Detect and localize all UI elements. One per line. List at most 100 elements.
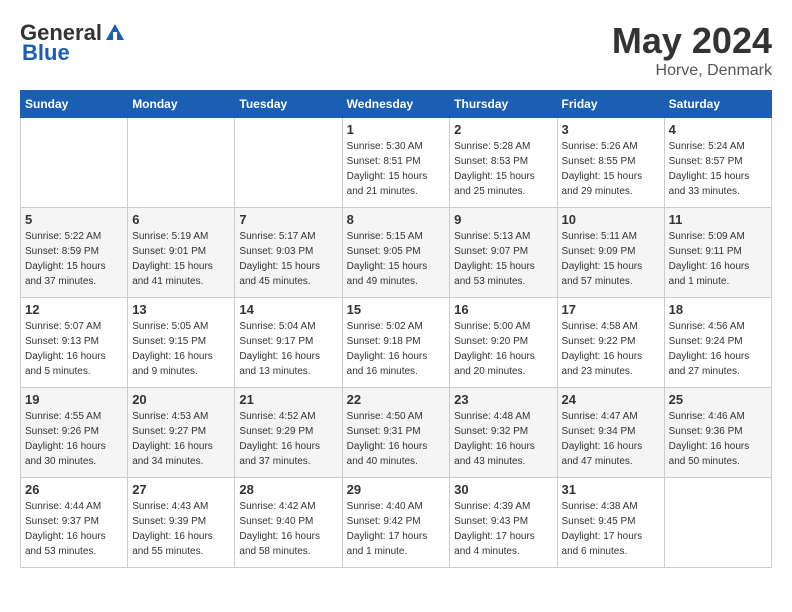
calendar-cell: 25Sunrise: 4:46 AMSunset: 9:36 PMDayligh… xyxy=(664,388,771,478)
day-info-line: Sunset: 9:22 PM xyxy=(562,336,636,347)
day-info-line: Sunset: 9:11 PM xyxy=(669,246,742,257)
day-info-line: and 58 minutes. xyxy=(239,546,310,557)
day-info-line: Daylight: 17 hours xyxy=(347,531,428,542)
day-info: Sunrise: 5:05 AM Sunset: 9:15 PM Daylight:… xyxy=(132,319,230,379)
week-row-5: 26Sunrise: 4:44 AMSunset: 9:37 PMDayligh… xyxy=(21,478,772,568)
day-number: 22 xyxy=(347,392,446,407)
day-info-line: Daylight: 16 hours xyxy=(25,531,106,542)
day-info-line: and 9 minutes. xyxy=(132,366,198,377)
day-info-line: and 1 minute. xyxy=(347,546,408,557)
day-info-line: Daylight: 16 hours xyxy=(132,351,213,362)
day-header-tuesday: Tuesday xyxy=(235,91,342,118)
day-info: Sunrise: 5:13 AM Sunset: 9:07 PM Daylight:… xyxy=(454,229,552,289)
day-info: Sunrise: 4:46 AMSunset: 9:36 PMDaylight:… xyxy=(669,409,767,469)
day-info-line: Daylight: 15 hours xyxy=(347,261,428,272)
day-number: 31 xyxy=(562,482,660,497)
day-info: Sunrise: 5:19 AMSunset: 9:01 PMDaylight:… xyxy=(132,229,230,289)
calendar-cell: 15Sunrise: 5:02 AMSunset: 9:18 PMDayligh… xyxy=(342,298,450,388)
day-info-line: Sunset: 9:07 PM xyxy=(454,246,528,257)
day-info-line: Daylight: 15 hours xyxy=(454,261,535,272)
day-number: 3 xyxy=(562,122,660,137)
day-number: 28 xyxy=(239,482,337,497)
day-info-line: Daylight: 16 hours xyxy=(25,441,106,452)
calendar-cell: 31Sunrise: 4:38 AMSunset: 9:45 PMDayligh… xyxy=(557,478,664,568)
day-info-line: Sunrise: 5:30 AM xyxy=(347,141,423,152)
day-info-line: and 13 minutes. xyxy=(239,366,310,377)
day-info-line: Sunrise: 5:13 AM xyxy=(454,231,530,242)
day-number: 23 xyxy=(454,392,552,407)
logo-icon xyxy=(104,22,126,44)
calendar-cell: 23 Sunrise: 4:48 AMSunset: 9:32 PMDayligh… xyxy=(450,388,557,478)
day-info-line: Sunrise: 5:24 AM xyxy=(669,141,745,152)
day-info-line: Daylight: 16 hours xyxy=(454,441,535,452)
day-number: 5 xyxy=(25,212,123,227)
day-info: Sunrise: 5:28 AMSunset: 8:53 PMDaylight:… xyxy=(454,139,552,199)
day-info-line: Daylight: 15 hours xyxy=(132,261,213,272)
week-row-1: 1Sunrise: 5:30 AMSunset: 8:51 PMDaylight… xyxy=(21,118,772,208)
day-info-line: Daylight: 16 hours xyxy=(239,351,320,362)
day-info-line: Sunset: 9:15 PM xyxy=(132,336,206,347)
day-header-friday: Friday xyxy=(557,91,664,118)
logo: General Blue xyxy=(20,20,126,66)
day-info-line: and 5 minutes. xyxy=(25,366,91,377)
day-info: Sunrise: 4:43 AMSunset: 9:39 PMDaylight:… xyxy=(132,499,230,559)
day-info-line: Daylight: 16 hours xyxy=(669,261,750,272)
day-info-line: Daylight: 16 hours xyxy=(239,441,320,452)
title-area: May 2024 Horve, Denmark xyxy=(612,20,772,80)
day-number: 30 xyxy=(454,482,552,497)
day-info-line: and 47 minutes. xyxy=(562,456,633,467)
day-info-line: and 53 minutes. xyxy=(25,546,96,557)
day-info-line: Sunrise: 4:46 AM xyxy=(669,411,745,422)
calendar-cell: 8Sunrise: 5:15 AMSunset: 9:05 PMDaylight… xyxy=(342,208,450,298)
day-info-line: Sunrise: 5:05 AM xyxy=(132,321,208,332)
day-info: Sunrise: 5:22 AMSunset: 8:59 PMDaylight:… xyxy=(25,229,123,289)
day-info-line: and 45 minutes. xyxy=(239,276,310,287)
day-info-line: Sunset: 8:51 PM xyxy=(347,156,421,167)
day-info: Sunrise: 5:09 AMSunset: 9:11 PMDaylight:… xyxy=(669,229,767,289)
day-number: 27 xyxy=(132,482,230,497)
day-info-line: and 16 minutes. xyxy=(347,366,418,377)
day-info-line: and 25 minutes. xyxy=(454,186,525,197)
day-number: 4 xyxy=(669,122,767,137)
day-info-line: and 37 minutes. xyxy=(25,276,96,287)
day-info-line: Sunset: 9:24 PM xyxy=(669,336,743,347)
day-info-line: Daylight: 15 hours xyxy=(562,261,643,272)
day-info: Sunrise: 5:04 AM Sunset: 9:17 PM Daylight:… xyxy=(239,319,337,379)
day-info-line: Sunset: 9:26 PM xyxy=(25,426,99,437)
day-info-line: Sunset: 9:39 PM xyxy=(132,516,206,527)
day-info-line: Sunrise: 4:52 AM xyxy=(239,411,315,422)
month-title: May 2024 xyxy=(612,20,772,62)
day-info: Sunrise: 5:26 AMSunset: 8:55 PMDaylight:… xyxy=(562,139,660,199)
day-number: 20 xyxy=(132,392,230,407)
day-info-line: Daylight: 16 hours xyxy=(239,531,320,542)
day-info-line: Sunset: 9:27 PM xyxy=(132,426,206,437)
day-info-line: Sunrise: 4:42 AM xyxy=(239,501,315,512)
day-info-line: Sunrise: 5:04 AM xyxy=(239,321,315,332)
calendar-cell xyxy=(128,118,235,208)
day-info-line: Sunset: 9:34 PM xyxy=(562,426,636,437)
day-info-line: Sunrise: 5:17 AM xyxy=(239,231,315,242)
day-info-line: and 41 minutes. xyxy=(132,276,203,287)
day-info-line: Sunrise: 4:40 AM xyxy=(347,501,423,512)
calendar-cell: 12Sunrise: 5:07 AMSunset: 9:13 PMDayligh… xyxy=(21,298,128,388)
calendar-cell: 18Sunrise: 4:56 AMSunset: 9:24 PMDayligh… xyxy=(664,298,771,388)
day-info: Sunrise: 4:42 AMSunset: 9:40 PMDaylight:… xyxy=(239,499,337,559)
day-info: Sunrise: 4:55 AMSunset: 9:26 PMDaylight:… xyxy=(25,409,123,469)
day-info-line: Daylight: 15 hours xyxy=(562,171,643,182)
day-info: Sunrise: 5:00 AMSunset: 9:20 PMDaylight:… xyxy=(454,319,552,379)
day-info-line: Sunrise: 4:39 AM xyxy=(454,501,530,512)
day-number: 16 xyxy=(454,302,552,317)
day-info: Sunrise: 4:48 AMSunset: 9:32 PMDaylight:… xyxy=(454,409,552,469)
day-info-line: and 23 minutes. xyxy=(562,366,633,377)
day-number: 29 xyxy=(347,482,446,497)
day-info-line: Sunset: 9:17 PM xyxy=(239,336,313,347)
day-info-line: Sunset: 9:01 PM xyxy=(132,246,206,257)
calendar-cell: 29Sunrise: 4:40 AMSunset: 9:42 PMDayligh… xyxy=(342,478,450,568)
calendar-cell: 26Sunrise: 4:44 AMSunset: 9:37 PMDayligh… xyxy=(21,478,128,568)
day-header-monday: Monday xyxy=(128,91,235,118)
day-info: Sunrise: 4:52 AMSunset: 9:29 PMDaylight:… xyxy=(239,409,337,469)
day-info: Sunrise: 5:07 AMSunset: 9:13 PMDaylight:… xyxy=(25,319,123,379)
day-info: Sunrise: 5:15 AMSunset: 9:05 PMDaylight:… xyxy=(347,229,446,289)
day-header-thursday: Thursday xyxy=(450,91,557,118)
day-info-line: and 34 minutes. xyxy=(132,456,203,467)
